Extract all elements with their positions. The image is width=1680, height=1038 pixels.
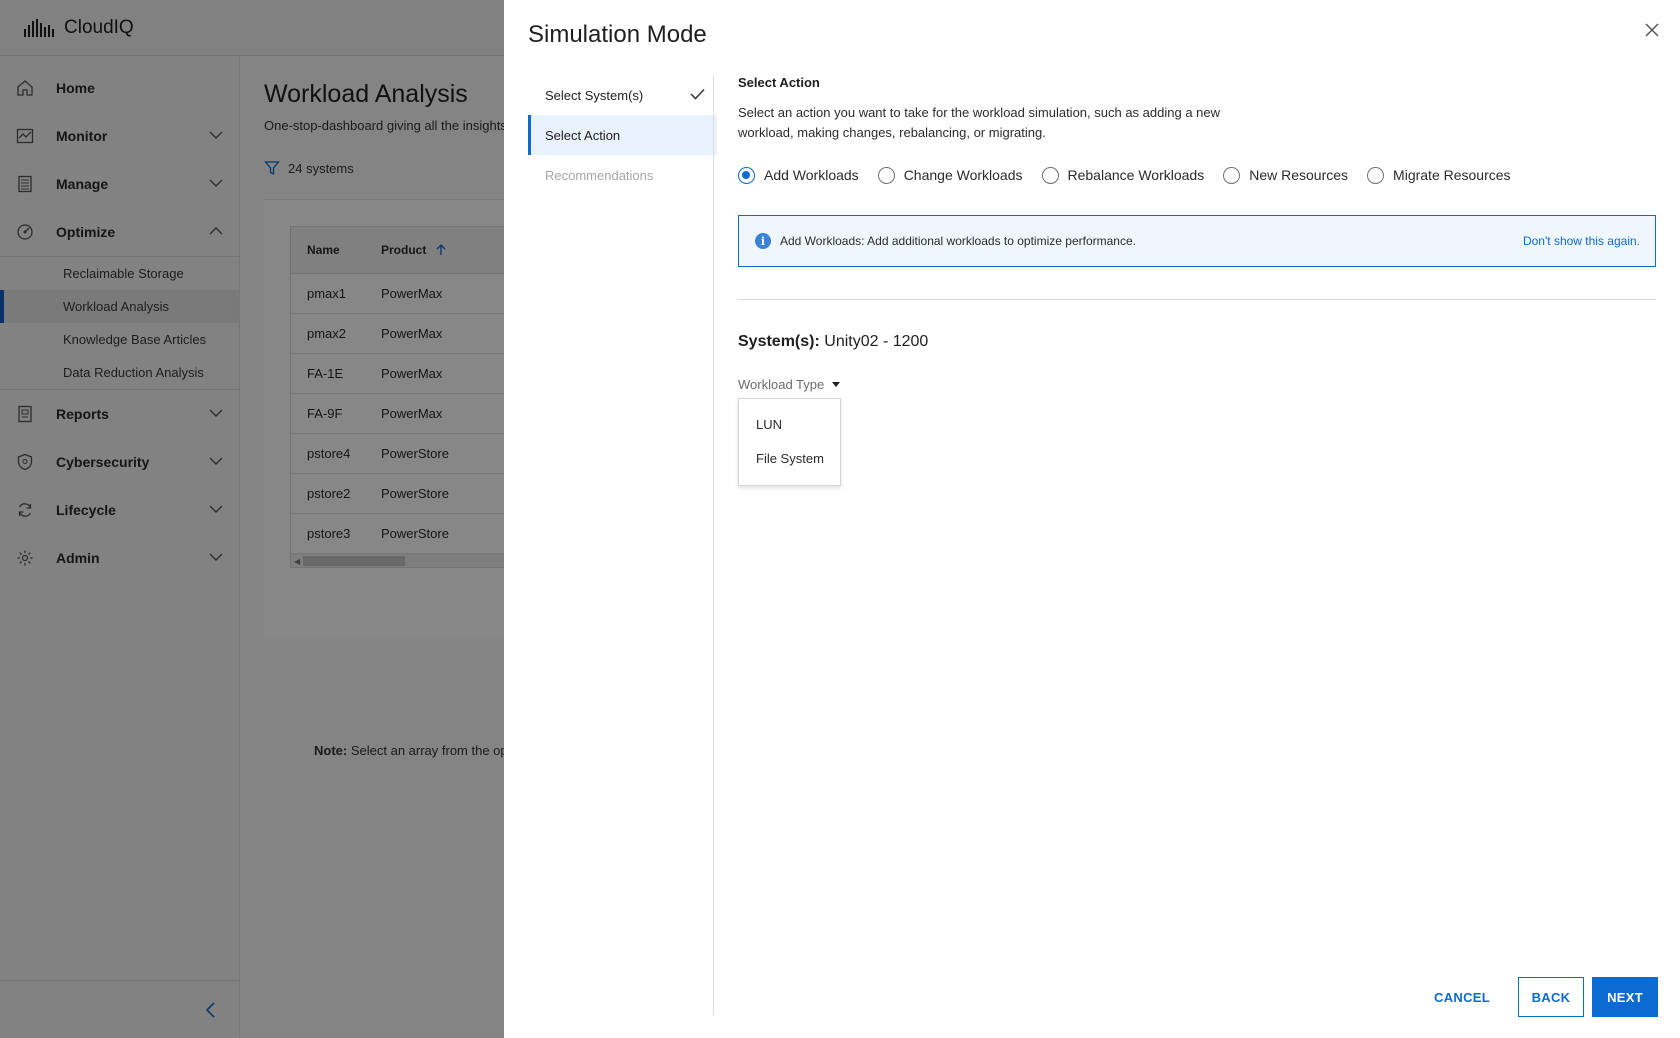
modal-backdrop[interactable] <box>0 0 505 1038</box>
radio-change-workloads[interactable]: Change Workloads <box>877 166 1023 184</box>
dropdown-label: Workload Type <box>738 377 825 392</box>
radio-new-resources[interactable]: New Resources <box>1223 166 1349 184</box>
caret-down-icon <box>832 382 841 387</box>
radio-label: Rebalance Workloads <box>1067 167 1205 183</box>
radio-circle <box>1367 166 1385 184</box>
info-banner: i Add Workloads: Add additional workload… <box>738 215 1656 267</box>
drawer-title: Simulation Mode <box>528 21 707 48</box>
radio-label: Add Workloads <box>764 167 859 183</box>
section-divider <box>738 299 1656 300</box>
dont-show-again-link[interactable]: Don't show this again. <box>1523 234 1640 248</box>
radio-label: Change Workloads <box>903 167 1023 183</box>
section-description: Select an action you want to take for th… <box>738 105 1221 140</box>
steps-divider <box>713 75 714 1015</box>
close-icon[interactable] <box>1642 20 1662 40</box>
radio-circle <box>738 166 755 184</box>
step-label: Select Action <box>545 127 621 143</box>
systems-value: Unity02 - 1200 <box>824 333 929 350</box>
step-select-action[interactable]: Select Action <box>528 115 717 155</box>
checkmark-icon <box>690 88 705 100</box>
menu-item-lun[interactable]: LUN <box>739 407 840 441</box>
radio-migrate-resources[interactable]: Migrate Resources <box>1367 166 1511 184</box>
radio-circle <box>877 166 895 184</box>
action-radio-group: Add Workloads Change Workloads Rebalance… <box>738 163 1658 187</box>
radio-label: New Resources <box>1249 167 1349 183</box>
next-button[interactable]: NEXT <box>1592 977 1658 1017</box>
step-select-systems[interactable]: Select System(s) <box>528 75 717 115</box>
wizard-steps: Select System(s) Select Action Recommend… <box>528 75 717 195</box>
selected-systems: System(s): Unity02 - 1200 <box>738 333 1658 351</box>
info-icon: i <box>755 233 771 249</box>
footer-actions: CANCEL BACK NEXT <box>1422 977 1658 1017</box>
menu-item-file-system[interactable]: File System <box>739 441 840 475</box>
step-content: Select Action Select an action you want … <box>738 75 1658 486</box>
radio-circle <box>1223 166 1241 184</box>
section-title: Select Action <box>738 75 820 90</box>
step-label: Select System(s) <box>545 87 644 103</box>
workload-type-menu: LUN File System <box>738 398 841 486</box>
simulation-mode-drawer: Simulation Mode Select System(s) Select … <box>504 0 1680 1038</box>
radio-rebalance-workloads[interactable]: Rebalance Workloads <box>1041 166 1205 184</box>
info-text: Add Workloads: Add additional workloads … <box>780 234 1136 248</box>
radio-circle <box>1041 166 1059 184</box>
systems-label: System(s): <box>738 333 820 350</box>
radio-add-workloads[interactable]: Add Workloads <box>738 166 859 184</box>
cancel-button[interactable]: CANCEL <box>1422 977 1502 1017</box>
back-button[interactable]: BACK <box>1518 977 1584 1017</box>
radio-label: Migrate Resources <box>1393 167 1511 183</box>
step-label: Recommendations <box>545 167 654 183</box>
workload-type-dropdown[interactable]: Workload Type <box>738 377 848 392</box>
step-recommendations: Recommendations <box>528 155 717 195</box>
